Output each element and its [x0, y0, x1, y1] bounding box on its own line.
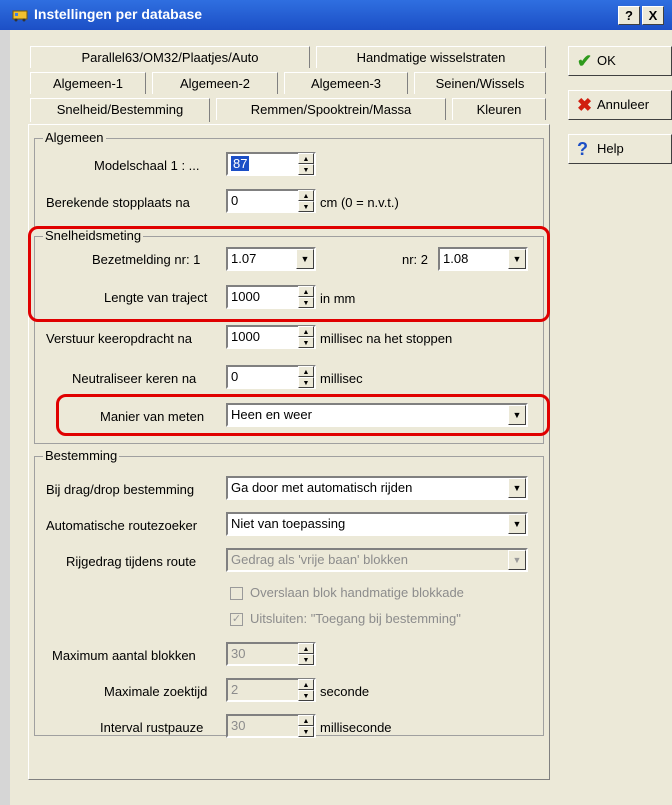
tab-row-2: Algemeen-1 Algemeen-2 Algemeen-3 Seinen/… — [30, 72, 550, 94]
zoektijd-spinner[interactable]: ▲ ▼ — [298, 679, 314, 701]
keeropdracht-suffix: millisec na het stoppen — [320, 331, 453, 346]
help-title-button[interactable]: ? — [618, 6, 640, 25]
ok-button[interactable]: ✔ OK — [568, 46, 672, 76]
cancel-button-label: Annuleer — [597, 97, 650, 112]
drag-drop-label: Bij drag/drop bestemming — [46, 482, 195, 497]
question-icon: ? — [577, 139, 588, 159]
tab-row-1: Parallel63/OM32/Plaatjes/Auto Handmatige… — [30, 46, 550, 68]
group-title-bestemming: Bestemming — [43, 448, 120, 463]
stopplaats-spinner[interactable]: ▲ ▼ — [298, 190, 314, 212]
modelschaal-label: Modelschaal 1 : ... — [94, 158, 200, 173]
uitsluiten-label: Uitsluiten: "Toegang bij bestemming" — [250, 611, 461, 626]
spin-down-icon: ▼ — [298, 164, 314, 175]
spin-down-icon: ▼ — [298, 654, 314, 665]
cancel-button[interactable]: ✖ Annuleer — [568, 90, 672, 120]
help-button[interactable]: ? Help — [568, 134, 672, 164]
chevron-down-icon[interactable]: ▼ — [508, 514, 526, 534]
spin-up-icon: ▲ — [298, 679, 314, 690]
overslaan-checkbox — [230, 587, 243, 600]
ok-button-label: OK — [597, 53, 616, 68]
maxblokken-spinner[interactable]: ▲ ▼ — [298, 643, 314, 665]
highlight-manier-van-meten — [56, 394, 550, 436]
group-title-algemeen: Algemeen — [43, 130, 106, 145]
zoektijd-suffix: seconde — [320, 684, 370, 699]
tab-handmatige-wisselstraten[interactable]: Handmatige wisselstraten — [316, 46, 546, 68]
highlight-snelheidsmeting — [28, 226, 550, 322]
x-icon: ✖ — [577, 95, 593, 115]
spin-up-icon: ▲ — [298, 153, 314, 164]
tab-algemeen-2[interactable]: Algemeen-2 — [152, 72, 278, 94]
stopplaats-suffix: cm (0 = n.v.t.) — [320, 195, 399, 210]
modelschaal-spinner[interactable]: ▲ ▼ — [298, 153, 314, 175]
tab-snelheid-bestemming[interactable]: Snelheid/Bestemming — [30, 98, 210, 122]
rustpauze-suffix: milliseconde — [320, 720, 392, 735]
neutraliseer-suffix: millisec — [320, 371, 363, 386]
spin-down-icon: ▼ — [298, 726, 314, 737]
rijgedrag-select: Gedrag als 'vrije baan' blokken — [226, 548, 528, 572]
check-icon: ✔ — [577, 51, 593, 71]
tab-parallel[interactable]: Parallel63/OM32/Plaatjes/Auto — [30, 46, 310, 68]
uitsluiten-checkbox: ✓ — [230, 613, 243, 626]
chevron-down-icon: ▼ — [508, 550, 526, 570]
keeropdracht-spinner[interactable]: ▲ ▼ — [298, 326, 314, 348]
spin-up-icon: ▲ — [298, 326, 314, 337]
tab-row-3: Snelheid/Bestemming Remmen/Spooktrein/Ma… — [30, 98, 550, 122]
tab-algemeen-1[interactable]: Algemeen-1 — [30, 72, 146, 94]
overslaan-label: Overslaan blok handmatige blokkade — [250, 585, 464, 600]
routezoeker-select[interactable]: Niet van toepassing — [226, 512, 528, 536]
neutraliseer-label: Neutraliseer keren na — [72, 371, 197, 386]
maxblokken-label: Maximum aantal blokken — [52, 648, 196, 663]
window-title: Instellingen per database — [34, 6, 203, 22]
spin-down-icon: ▼ — [298, 337, 314, 348]
zoektijd-label: Maximale zoektijd — [104, 684, 208, 699]
background-strip — [0, 30, 10, 805]
rustpauze-label: Interval rustpauze — [100, 720, 204, 735]
spin-up-icon: ▲ — [298, 643, 314, 654]
help-button-label: Help — [597, 141, 624, 156]
tab-kleuren[interactable]: Kleuren — [452, 98, 546, 120]
neutraliseer-spinner[interactable]: ▲ ▼ — [298, 366, 314, 388]
drag-drop-select[interactable]: Ga door met automatisch rijden — [226, 476, 528, 500]
routezoeker-label: Automatische routezoeker — [46, 518, 198, 533]
stopplaats-label: Berekende stopplaats na — [46, 195, 190, 210]
tab-algemeen-3[interactable]: Algemeen-3 — [284, 72, 408, 94]
keeropdracht-label: Verstuur keeropdracht na — [46, 331, 192, 346]
spin-down-icon: ▼ — [298, 690, 314, 701]
close-button[interactable]: X — [642, 6, 664, 25]
tab-remmen-spooktrein-massa[interactable]: Remmen/Spooktrein/Massa — [216, 98, 446, 120]
tab-seinen-wissels[interactable]: Seinen/Wissels — [414, 72, 546, 94]
spin-up-icon: ▲ — [298, 715, 314, 726]
rijgedrag-label: Rijgedrag tijdens route — [66, 554, 197, 569]
spin-down-icon: ▼ — [298, 377, 314, 388]
spin-up-icon: ▲ — [298, 190, 314, 201]
chevron-down-icon[interactable]: ▼ — [508, 478, 526, 498]
rustpauze-spinner[interactable]: ▲ ▼ — [298, 715, 314, 737]
title-bar: Instellingen per database ? X — [0, 0, 672, 30]
spin-up-icon: ▲ — [298, 366, 314, 377]
train-icon — [12, 10, 28, 22]
spin-down-icon: ▼ — [298, 201, 314, 212]
